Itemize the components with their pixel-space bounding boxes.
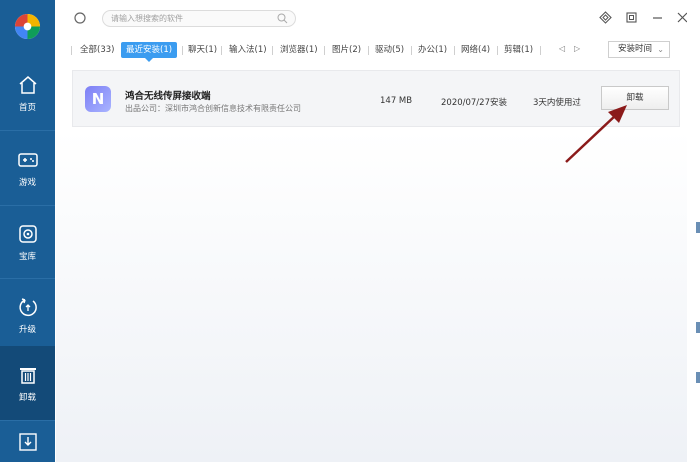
tab-scroll-left-icon[interactable]: ◁ xyxy=(559,44,565,53)
sidebar-item-games[interactable]: 游戏 xyxy=(0,131,55,205)
sidebar-item-label: 升级 xyxy=(18,324,36,335)
upgrade-icon xyxy=(18,297,37,316)
edge-mark xyxy=(696,372,700,383)
tab-images[interactable]: 图片(2) xyxy=(330,42,363,58)
sidebar-item-label: 游戏 xyxy=(18,177,36,188)
sidebar-item-upgrade[interactable]: 升级 xyxy=(0,278,55,352)
app-logo-icon xyxy=(14,13,41,40)
skin-icon[interactable] xyxy=(599,11,612,24)
minimize-icon[interactable] xyxy=(651,11,664,24)
divider xyxy=(71,46,72,55)
tab-network[interactable]: 网络(4) xyxy=(459,42,492,58)
app-size: 147 MB xyxy=(380,96,413,106)
tab-scroll-right-icon[interactable]: ▷ xyxy=(574,44,580,53)
home-icon xyxy=(19,75,36,94)
divider xyxy=(454,46,455,55)
tab-all[interactable]: 全部(33) xyxy=(78,42,116,58)
tab-drivers[interactable]: 驱动(5) xyxy=(373,42,406,58)
sidebar-item-uninstall[interactable]: 卸载 xyxy=(0,346,55,420)
download-icon xyxy=(18,433,37,451)
tab-input-method[interactable]: 输入法(1) xyxy=(227,42,269,58)
divider xyxy=(540,46,541,55)
sidebar-item-label: 宝库 xyxy=(18,251,36,262)
app-install-date: 2020/07/27安装 xyxy=(441,98,507,108)
search-input[interactable] xyxy=(111,12,271,25)
app-name: 鸿合无线传屏接收端 xyxy=(125,91,211,102)
sidebar-item-label: 卸载 xyxy=(18,392,36,403)
divider xyxy=(411,46,412,55)
list-item: N 鸿合无线传屏接收端 出品公司：深圳市鸿合创新信息技术有限责任公司 147 M… xyxy=(72,70,680,127)
tab-editing[interactable]: 剪辑(1) xyxy=(502,42,535,58)
sidebar-item-label: 首页 xyxy=(18,102,36,113)
content-background xyxy=(56,130,687,462)
divider xyxy=(497,46,498,55)
sort-value: 安装时间 xyxy=(618,44,653,54)
edge-mark xyxy=(696,322,700,333)
sidebar: 首页 游戏 宝库 升级 卸载 xyxy=(0,0,55,462)
edge-mark xyxy=(696,222,700,233)
app-usage: 3天内使用过 xyxy=(533,98,581,108)
tab-office[interactable]: 办公(1) xyxy=(416,42,449,58)
tab-chat[interactable]: 聊天(1) xyxy=(186,42,219,58)
search-box xyxy=(102,10,296,27)
sidebar-item-home[interactable]: 首页 xyxy=(0,56,55,130)
divider xyxy=(324,46,325,55)
chevron-down-icon: ⌄ xyxy=(657,45,664,54)
uninstall-button[interactable]: 卸载 xyxy=(601,86,669,110)
main-panel: 全部(33) 最近安装(1) 聊天(1) 输入法(1) 浏览器(1) 图片(2)… xyxy=(56,0,688,462)
app-icon: N xyxy=(85,86,111,112)
app-icon-letter: N xyxy=(91,90,105,108)
gamepad-icon xyxy=(17,152,38,167)
sort-dropdown[interactable]: 安装时间 ⌄ xyxy=(608,41,670,58)
divider xyxy=(272,46,273,55)
divider xyxy=(221,46,222,55)
restore-icon[interactable] xyxy=(625,11,638,24)
tab-recent-installs[interactable]: 最近安装(1) xyxy=(121,42,178,62)
tab-browser[interactable]: 浏览器(1) xyxy=(278,42,320,58)
app-publisher: 出品公司：深圳市鸿合创新信息技术有限责任公司 xyxy=(125,104,301,113)
divider xyxy=(368,46,369,55)
sidebar-item-library[interactable]: 宝库 xyxy=(0,205,55,279)
search-icon[interactable] xyxy=(277,13,288,24)
trash-icon xyxy=(19,367,36,384)
library-icon xyxy=(18,224,37,243)
sidebar-item-download[interactable] xyxy=(0,420,55,462)
divider xyxy=(182,46,183,55)
refresh-icon[interactable] xyxy=(73,11,87,25)
